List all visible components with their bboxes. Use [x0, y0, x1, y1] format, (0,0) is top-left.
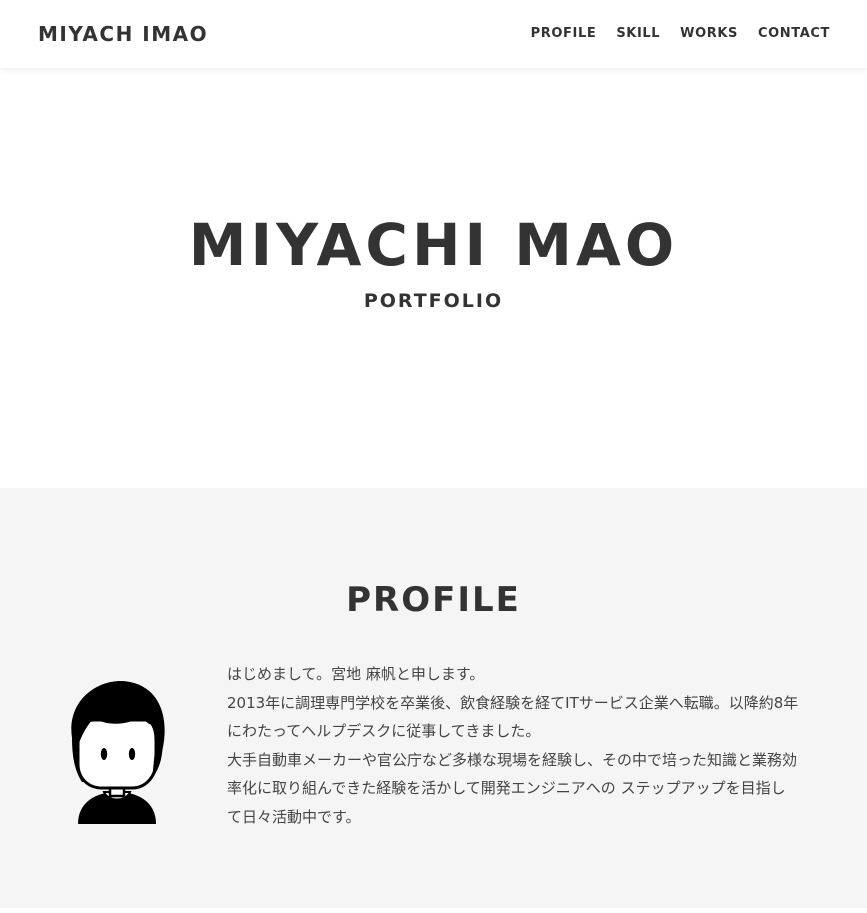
- bio-line: て日々活動中です。: [227, 807, 361, 826]
- nav-link-contact[interactable]: CONTACT: [758, 25, 830, 43]
- bio-line: にわたってヘルプデスクに従事してきました。: [227, 722, 541, 740]
- site-logo[interactable]: MIYACH IMAO: [38, 21, 208, 47]
- nav-link-skill[interactable]: SKILL: [616, 25, 660, 43]
- nav-link-profile[interactable]: PROFILE: [531, 25, 597, 43]
- profile-section: PROFILE はじめまして。宮地 麻帆と申します。 2013年に調理専門学校を…: [0, 488, 867, 908]
- bio-line: 2013年に調理専門学校を卒業後、飲食経験を経てITサービス企業へ転職。以降約8…: [227, 693, 799, 712]
- profile-bio: はじめまして。宮地 麻帆と申します。 2013年に調理専門学校を卒業後、飲食経験…: [227, 660, 837, 831]
- bio-line: 大手自動車メーカーや官公庁など多様な現場を経験し、その中で培った知識と業務効: [227, 750, 798, 769]
- hero-subtitle: PORTFOLIO: [363, 290, 504, 312]
- nav-link-works[interactable]: WORKS: [680, 25, 738, 43]
- main-nav: PROFILE SKILL WORKS CONTACT: [531, 25, 830, 43]
- hero-title: MIYACHI MAO: [188, 211, 679, 279]
- profile-heading: PROFILE: [346, 580, 521, 620]
- hero-section: MIYACHI MAO PORTFOLIO: [0, 68, 867, 488]
- bio-line: はじめまして。宮地 麻帆と申します。: [227, 665, 485, 683]
- bio-line: 率化に取り組んできた経験を活かして開発エンジニアへの ステップアップを目指し: [227, 779, 786, 797]
- site-header: MIYACH IMAO PROFILE SKILL WORKS CONTACT: [0, 0, 867, 68]
- person-avatar-icon: [71, 681, 165, 824]
